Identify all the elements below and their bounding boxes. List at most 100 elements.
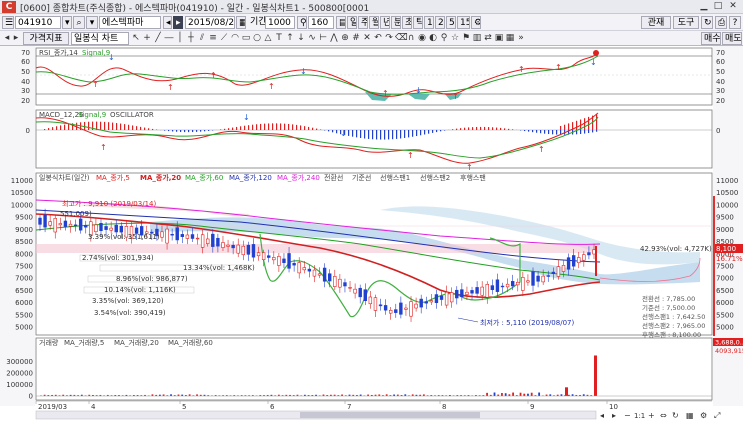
tool-button-2[interactable]: 도구 <box>673 16 699 29</box>
price-tick-left: 7500 <box>15 263 33 271</box>
chart-type-select[interactable]: 일봉식 차트 <box>71 32 129 45</box>
price-indicator-button[interactable]: 가격지표 <box>23 32 69 45</box>
grid-tool-icon[interactable]: # <box>351 32 361 44</box>
macd-oscillator-bar <box>188 130 190 133</box>
period-btn-second[interactable]: 초 <box>402 16 412 29</box>
crosshair-icon[interactable]: + <box>142 32 152 44</box>
trendline-icon[interactable]: ╱ <box>153 32 163 44</box>
lock-icon[interactable]: ⚲ <box>297 16 307 29</box>
triangle-icon[interactable]: △ <box>263 32 273 44</box>
candle-body <box>206 238 210 244</box>
period-btn-15[interactable]: 15 <box>457 16 470 29</box>
candle-body <box>53 218 57 233</box>
save-icon[interactable]: ▣ <box>494 32 504 44</box>
period-input[interactable]: 1000 <box>265 16 295 29</box>
code-history-icon[interactable]: ▾ <box>86 16 98 29</box>
sell-button[interactable]: 매도 <box>722 32 742 45</box>
refresh-chart-icon[interactable]: ↻ <box>672 411 679 420</box>
arrow-down-icon[interactable]: ↓ <box>296 32 306 44</box>
period-btn-tick[interactable]: 틱 <box>413 16 423 29</box>
grid-toggle-icon[interactable]: ▦ <box>686 411 694 420</box>
next-icon[interactable]: ▸ <box>173 16 183 29</box>
undo-icon[interactable]: ↶ <box>373 32 383 44</box>
cross-line-icon[interactable]: ┼ <box>186 32 196 44</box>
period-btn-minute[interactable]: 분 <box>391 16 401 29</box>
scroll-left-icon[interactable]: ◂ <box>600 411 604 420</box>
expand-chart-icon[interactable]: ⤢ <box>713 411 720 420</box>
help-icon[interactable]: ? <box>729 16 741 29</box>
eraser-icon[interactable]: ⌫ <box>395 32 408 44</box>
macd-oscillator-bar <box>576 120 578 130</box>
period-btn-year[interactable]: 년 <box>380 16 390 29</box>
candle-body <box>404 307 408 310</box>
print-icon[interactable]: ⎙ <box>715 16 727 29</box>
stock-name-field[interactable]: 에스텍파마 <box>99 16 161 29</box>
search-icon[interactable]: ▾ <box>62 16 72 29</box>
arc-icon[interactable]: ◠ <box>230 32 240 44</box>
settings-icon[interactable]: ⚙ <box>471 16 481 29</box>
pin-icon[interactable]: ⚲ <box>439 32 449 44</box>
buy-button[interactable]: 매수 <box>701 32 721 45</box>
count-input[interactable]: 160 <box>308 16 334 29</box>
tool-button-1[interactable]: 관재 <box>641 16 671 29</box>
expand-icon[interactable]: ▸ <box>11 32 21 44</box>
fit-icon[interactable]: ⇔ <box>660 411 667 420</box>
cursor-icon[interactable]: ↖ <box>131 32 141 44</box>
redo-icon[interactable]: ↷ <box>384 32 394 44</box>
scrollbar-thumb[interactable] <box>300 412 480 418</box>
circle-icon[interactable]: ○ <box>252 32 262 44</box>
vline-icon[interactable]: │ <box>175 32 185 44</box>
chart-icon[interactable]: ▥ <box>472 32 482 44</box>
compare-icon[interactable]: ⇄ <box>483 32 493 44</box>
calendar-icon[interactable]: ▦ <box>236 16 246 29</box>
prev-icon[interactable]: ◂ <box>163 16 172 29</box>
candle-body <box>373 297 378 311</box>
macd-oscillator-bar <box>484 126 486 130</box>
period-btn-day[interactable]: 일 <box>347 16 357 29</box>
svg-text:MA_종가,120: MA_종가,120 <box>229 173 272 182</box>
period-btn-1[interactable]: 1 <box>424 16 434 29</box>
channel-icon[interactable]: ⫽ <box>197 32 207 44</box>
wave-icon[interactable]: ∿ <box>307 32 317 44</box>
close-icon[interactable]: ✕ <box>727 1 739 12</box>
chart-area[interactable]: ↑ ↓ ↑ ↑ ↑ ↓ ↑ ↓ ↑ ↑ ↑ ↓ RSI_종가,14 Signal… <box>0 46 743 423</box>
layout-icon[interactable]: ▦ <box>505 32 515 44</box>
svg-text:20: 20 <box>716 97 725 105</box>
flag-icon[interactable]: ⚑ <box>461 32 471 44</box>
candle-body <box>566 257 571 270</box>
scroll-right-icon[interactable]: ▸ <box>612 411 616 420</box>
star-icon[interactable]: ☆ <box>450 32 460 44</box>
magnet-icon[interactable]: ∩ <box>406 32 416 44</box>
fibo-icon[interactable]: ≡ <box>208 32 218 44</box>
gann-icon[interactable]: ⟋ <box>219 32 229 44</box>
refresh-icon[interactable]: ↻ <box>701 16 713 29</box>
period-btn-5[interactable]: 5 <box>446 16 456 29</box>
x-tick-label: 8 <box>442 403 446 411</box>
zoom-out-icon[interactable]: − <box>624 411 631 420</box>
more-icon[interactable]: » <box>516 32 526 44</box>
period-btn-2[interactable]: 2 <box>435 16 445 29</box>
eye-icon[interactable]: ◉ <box>417 32 427 44</box>
zoom-in-icon[interactable]: + <box>648 411 655 420</box>
candle-body <box>78 218 83 231</box>
hline-icon[interactable]: ― <box>164 32 174 44</box>
code-input[interactable]: 041910 <box>15 16 61 29</box>
grid-icon[interactable]: ▤ <box>336 16 346 29</box>
maximize-icon[interactable]: □ <box>712 1 724 12</box>
text-tool-icon[interactable]: T <box>274 32 284 44</box>
period-btn-month[interactable]: 월 <box>369 16 379 29</box>
rect-icon[interactable]: ▭ <box>241 32 251 44</box>
period-btn-week[interactable]: 주 <box>358 16 368 29</box>
zoom-icon[interactable]: ⊕ <box>340 32 350 44</box>
settings-chart-icon[interactable]: ⚙ <box>700 411 707 420</box>
pattern-icon[interactable]: ⋀ <box>329 32 339 44</box>
menu-icon[interactable]: ☰ <box>2 16 14 29</box>
price-scroll-indicator[interactable] <box>713 196 715 336</box>
date-input[interactable]: 2015/08/28 <box>185 16 235 29</box>
minimize-icon[interactable]: ▁ <box>698 1 710 12</box>
measure-icon[interactable]: ⊢ <box>318 32 328 44</box>
magnify-icon[interactable]: ⌕ <box>73 16 85 29</box>
delete-icon[interactable]: ✕ <box>362 32 372 44</box>
palette-icon[interactable]: ◐ <box>428 32 438 44</box>
arrow-up-icon[interactable]: ↑ <box>285 32 295 44</box>
